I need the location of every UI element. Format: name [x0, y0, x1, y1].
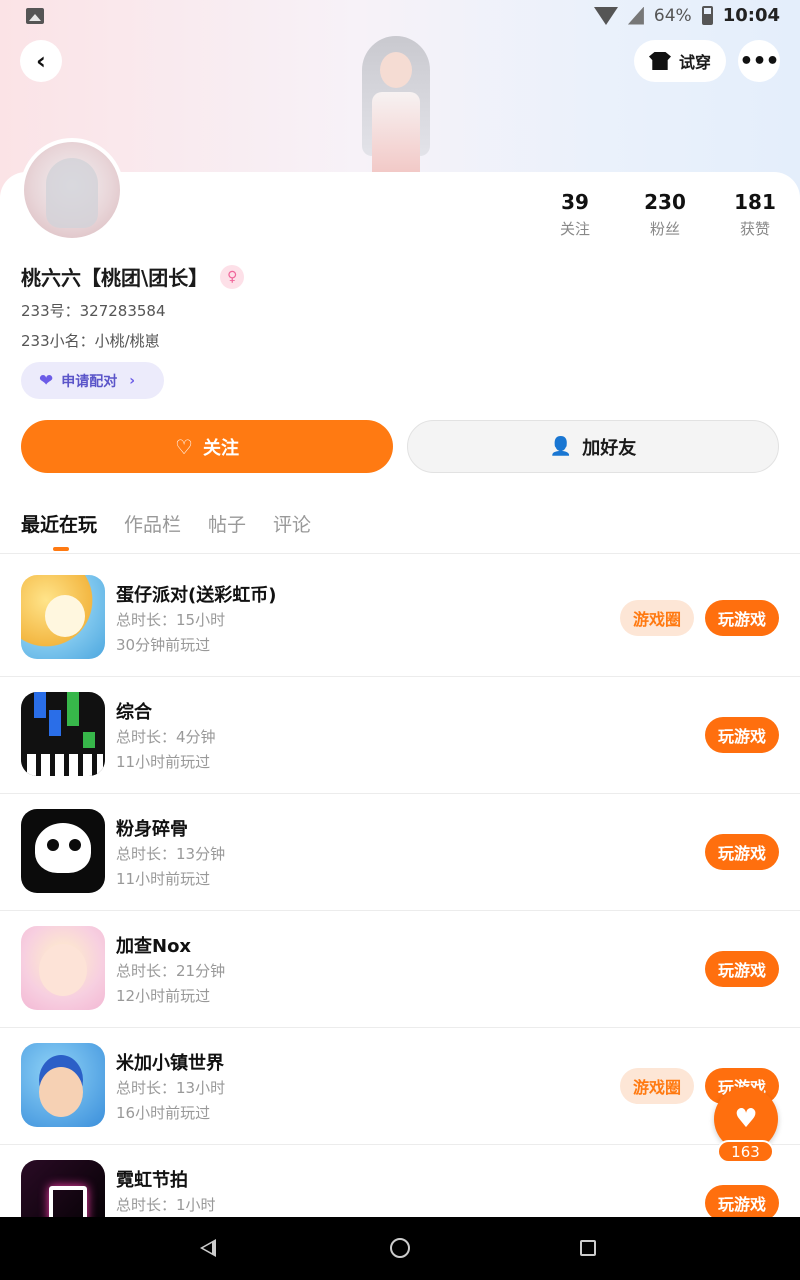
- game-last-played: 11小时前玩过: [116, 870, 211, 888]
- list-item[interactable]: 蛋仔派对(送彩虹币) 总时长：15小时 30分钟前玩过 游戏圈 玩游戏: [0, 560, 800, 677]
- user-id: 233号：327283584: [21, 302, 166, 320]
- stat-likes[interactable]: 181 获赞: [710, 190, 800, 239]
- back-button[interactable]: ‹: [20, 40, 62, 82]
- battery-percent: 64%: [653, 5, 692, 26]
- user-alias: 233小名：小桃/桃崽: [21, 332, 160, 350]
- game-circle-button[interactable]: 游戏圈: [620, 1068, 694, 1104]
- chevron-left-icon: ‹: [36, 47, 46, 75]
- game-duration: 总时长：21分钟: [116, 962, 226, 980]
- tab-posts[interactable]: 帖子: [208, 510, 246, 537]
- system-nav-bar: [0, 1217, 800, 1280]
- add-person-icon: 👤: [549, 436, 573, 457]
- female-icon: ♀: [220, 264, 245, 289]
- nav-home-icon[interactable]: [390, 1238, 410, 1258]
- tab-works[interactable]: 作品栏: [124, 510, 181, 537]
- stat-value: 230: [644, 190, 686, 214]
- apply-pair-button[interactable]: ❤ 申请配对 ›: [21, 362, 164, 399]
- wifi-icon: [593, 6, 618, 25]
- game-duration: 总时长：1小时: [116, 1196, 216, 1214]
- follow-label: 关注: [202, 437, 239, 459]
- stat-followers[interactable]: 230 粉丝: [620, 190, 710, 239]
- status-bar: 64% 10:04: [0, 0, 800, 34]
- list-item[interactable]: 综合 总时长：4分钟 11小时前玩过 玩游戏: [0, 677, 800, 794]
- game-last-played: 12小时前玩过: [116, 987, 211, 1005]
- stat-value: 39: [561, 190, 589, 214]
- more-dots-icon: •••: [739, 48, 779, 74]
- game-name: 米加小镇世界: [116, 1053, 224, 1074]
- add-friend-button[interactable]: 👤 加好友: [407, 420, 779, 473]
- tab-recently-played[interactable]: 最近在玩: [21, 510, 97, 551]
- game-duration: 总时长：13分钟: [116, 845, 226, 863]
- list-item[interactable]: 加查Nox 总时长：21分钟 12小时前玩过 玩游戏: [0, 911, 800, 1028]
- nav-back-icon[interactable]: [200, 1239, 216, 1257]
- gallery-notification-icon: [26, 8, 44, 24]
- profile-stats: 39 关注 230 粉丝 181 获赞: [530, 190, 800, 239]
- play-game-button[interactable]: 玩游戏: [705, 717, 779, 753]
- profile-tabs: 最近在玩 作品栏 帖子 评论: [21, 510, 311, 551]
- game-icon: [21, 575, 105, 659]
- stat-label: 关注: [559, 220, 590, 238]
- apply-pair-label: 申请配对: [61, 373, 118, 390]
- battery-icon: [701, 6, 713, 25]
- game-icon: [21, 809, 105, 893]
- heart-plus-icon: ♡: [175, 434, 193, 459]
- nav-recents-icon[interactable]: [580, 1240, 596, 1256]
- game-name: 加查Nox: [116, 936, 192, 957]
- play-game-button[interactable]: 玩游戏: [705, 600, 779, 636]
- game-name: 粉身碎骨: [116, 819, 188, 840]
- try-on-label: 试穿: [678, 53, 711, 72]
- stat-following[interactable]: 39 关注: [530, 190, 620, 239]
- avatar[interactable]: [20, 138, 124, 242]
- game-last-played: 11小时前玩过: [116, 753, 211, 771]
- clock: 10:04: [722, 5, 780, 26]
- game-duration: 总时长：15小时: [116, 611, 226, 629]
- play-game-button[interactable]: 玩游戏: [705, 951, 779, 987]
- game-icon: [21, 692, 105, 776]
- follow-button[interactable]: ♡ 关注: [21, 420, 393, 473]
- no-signal-icon: [627, 6, 644, 25]
- profile-nickname: 桃六六【桃团\团长】 ♀: [21, 262, 245, 291]
- divider: [0, 553, 800, 554]
- game-last-played: 30分钟前玩过: [116, 636, 211, 654]
- nickname-text: 桃六六【桃团\团长】: [21, 266, 209, 290]
- try-on-button[interactable]: 试穿: [634, 40, 726, 82]
- add-friend-label: 加好友: [582, 437, 637, 459]
- list-item[interactable]: 米加小镇世界 总时长：13小时 16小时前玩过 游戏圈 玩游戏: [0, 1028, 800, 1145]
- play-game-button[interactable]: 玩游戏: [705, 1185, 779, 1221]
- game-name: 霓虹节拍: [116, 1170, 188, 1191]
- game-duration: 总时长：13小时: [116, 1079, 226, 1097]
- heart-icon: ❤: [39, 370, 54, 391]
- game-duration: 总时长：4分钟: [116, 728, 216, 746]
- list-item[interactable]: 粉身碎骨 总时长：13分钟 11小时前玩过 玩游戏: [0, 794, 800, 911]
- game-name: 综合: [116, 702, 152, 723]
- chevron-right-icon: ›: [129, 372, 136, 389]
- tab-comments[interactable]: 评论: [273, 510, 311, 537]
- game-last-played: 16小时前玩过: [116, 1104, 211, 1122]
- more-options-button[interactable]: •••: [738, 40, 780, 82]
- stat-label: 获赞: [739, 220, 770, 238]
- avatar-3d-figure[interactable]: [346, 34, 446, 174]
- like-count-badge: 163: [717, 1140, 774, 1163]
- game-name: 蛋仔派对(送彩虹币): [116, 585, 277, 606]
- game-icon: [21, 926, 105, 1010]
- stat-value: 181: [734, 190, 776, 214]
- play-game-button[interactable]: 玩游戏: [705, 834, 779, 870]
- heart-icon: ♥: [734, 1104, 758, 1134]
- game-icon: [21, 1043, 105, 1127]
- stat-label: 粉丝: [649, 220, 680, 238]
- shirt-icon: [648, 52, 671, 70]
- game-circle-button[interactable]: 游戏圈: [620, 600, 694, 636]
